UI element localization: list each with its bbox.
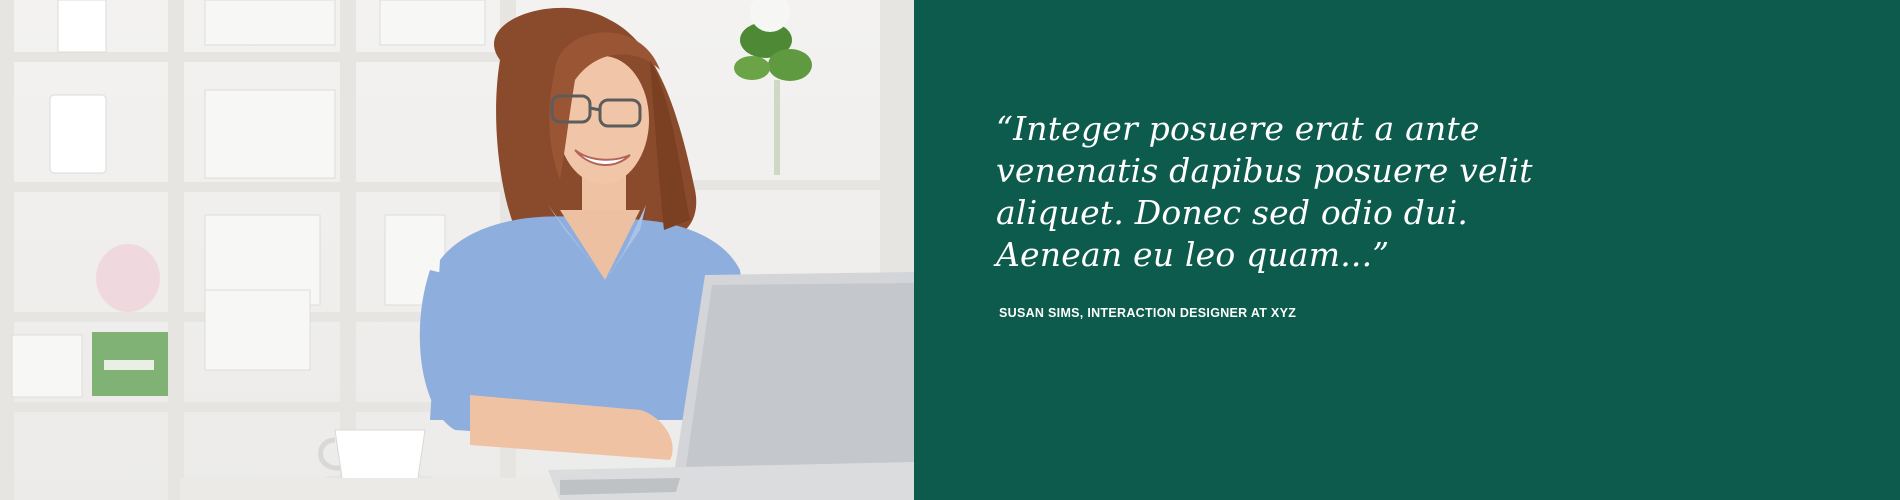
testimonial-author: SUSAN SIMS, INTERACTION DESIGNER AT XYZ — [999, 306, 1297, 320]
plant — [734, 0, 812, 175]
testimonial-photo — [0, 0, 914, 500]
testimonial-banner: “Integer posuere erat a ante venenatis d… — [0, 0, 1900, 500]
testimonial-panel: “Integer posuere erat a ante venenatis d… — [914, 0, 1900, 500]
testimonial-quote: “Integer posuere erat a ante venenatis d… — [996, 109, 1533, 274]
photo-illustration — [0, 0, 914, 500]
